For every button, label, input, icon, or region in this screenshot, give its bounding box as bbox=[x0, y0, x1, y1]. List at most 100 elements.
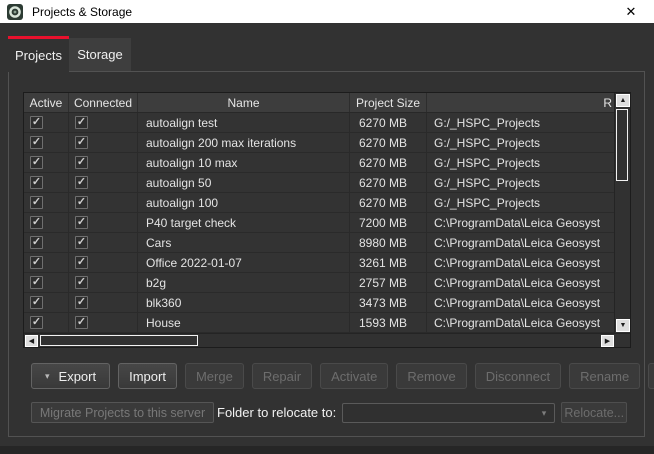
table-row[interactable]: ✓ ✓ autoalign 200 max iterations 6270 MB… bbox=[24, 133, 614, 153]
check-icon: ✓ bbox=[77, 237, 86, 248]
vertical-scrollbar[interactable]: ▲ ▼ bbox=[614, 93, 630, 333]
vertical-scroll-track[interactable] bbox=[615, 108, 630, 318]
app-icon bbox=[7, 4, 23, 20]
active-checkbox[interactable]: ✓ bbox=[30, 156, 43, 169]
project-size-cell: 6270 MB bbox=[350, 193, 427, 212]
project-size-cell: 7200 MB bbox=[350, 213, 427, 232]
connected-checkbox[interactable]: ✓ bbox=[75, 176, 88, 189]
table-row[interactable]: ✓ ✓ Office 2022-01-07 3261 MB C:\Program… bbox=[24, 253, 614, 273]
projects-table: Active Connected Name Project Size R ✓ ✓… bbox=[23, 92, 631, 348]
export-dropdown-icon[interactable]: ▾ bbox=[45, 372, 50, 381]
project-path-cell: C:\ProgramData\Leica Geosyst bbox=[427, 233, 614, 252]
project-size-cell: 1593 MB bbox=[350, 313, 427, 332]
merge-button: Merge bbox=[185, 363, 244, 389]
active-checkbox[interactable]: ✓ bbox=[30, 116, 43, 129]
project-size-cell: 6270 MB bbox=[350, 133, 427, 152]
scroll-right-icon[interactable]: ▶ bbox=[601, 335, 614, 347]
check-icon: ✓ bbox=[77, 317, 86, 328]
connected-checkbox[interactable]: ✓ bbox=[75, 216, 88, 229]
import-button[interactable]: Import bbox=[118, 363, 177, 389]
tab-projects[interactable]: Projects bbox=[8, 36, 69, 72]
project-size-cell: 6270 MB bbox=[350, 173, 427, 192]
project-size-cell: 3473 MB bbox=[350, 293, 427, 312]
active-checkbox[interactable]: ✓ bbox=[30, 256, 43, 269]
column-header-connected[interactable]: Connected bbox=[69, 93, 138, 112]
relocate-button: Relocate... bbox=[561, 402, 627, 423]
active-checkbox[interactable]: ✓ bbox=[30, 296, 43, 309]
connected-checkbox[interactable]: ✓ bbox=[75, 316, 88, 329]
project-path-cell: C:\ProgramData\Leica Geosyst bbox=[427, 313, 614, 332]
table-row[interactable]: ✓ ✓ autoalign test 6270 MB G:/_HSPC_Proj… bbox=[24, 113, 614, 133]
active-checkbox[interactable]: ✓ bbox=[30, 136, 43, 149]
project-size-cell: 6270 MB bbox=[350, 153, 427, 172]
check-icon: ✓ bbox=[77, 297, 86, 308]
project-path-cell: C:\ProgramData\Leica Geosyst bbox=[427, 293, 614, 312]
tab-storage[interactable]: Storage bbox=[69, 38, 131, 71]
close-icon[interactable]: ✕ bbox=[608, 0, 654, 23]
table-header: Active Connected Name Project Size R bbox=[24, 93, 614, 113]
horizontal-scroll-thumb[interactable] bbox=[40, 335, 198, 346]
scroll-down-icon[interactable]: ▼ bbox=[616, 319, 630, 332]
active-checkbox[interactable]: ✓ bbox=[30, 316, 43, 329]
connected-checkbox[interactable]: ✓ bbox=[75, 196, 88, 209]
table-row[interactable]: ✓ ✓ blk360 3473 MB C:\ProgramData\Leica … bbox=[24, 293, 614, 313]
table-row[interactable]: ✓ ✓ P40 target check 7200 MB C:\ProgramD… bbox=[24, 213, 614, 233]
horizontal-scroll-track[interactable] bbox=[38, 334, 601, 347]
project-name-cell: b2g bbox=[138, 273, 350, 292]
table-row[interactable]: ✓ ✓ House 1593 MB C:\ProgramData\Leica G… bbox=[24, 313, 614, 333]
column-header-size[interactable]: Project Size bbox=[350, 93, 427, 112]
project-name-cell: autoalign 200 max iterations bbox=[138, 133, 350, 152]
remove-button: Remove bbox=[396, 363, 466, 389]
project-path-cell: G:/_HSPC_Projects bbox=[427, 153, 614, 172]
check-icon: ✓ bbox=[77, 257, 86, 268]
action-button-row: ▾ Export Import Merge Repair Activate Re… bbox=[31, 363, 654, 389]
project-size-cell: 8980 MB bbox=[350, 233, 427, 252]
column-header-name[interactable]: Name bbox=[138, 93, 350, 112]
check-icon: ✓ bbox=[32, 237, 41, 248]
column-header-active[interactable]: Active bbox=[24, 93, 69, 112]
project-name-cell: autoalign test bbox=[138, 113, 350, 132]
export-button-label: Export bbox=[59, 369, 97, 384]
connected-checkbox[interactable]: ✓ bbox=[75, 116, 88, 129]
scroll-up-icon[interactable]: ▲ bbox=[616, 94, 630, 107]
check-icon: ✓ bbox=[32, 277, 41, 288]
table-body: ✓ ✓ autoalign test 6270 MB G:/_HSPC_Proj… bbox=[24, 113, 614, 333]
project-size-cell: 3261 MB bbox=[350, 253, 427, 272]
connected-checkbox[interactable]: ✓ bbox=[75, 276, 88, 289]
active-checkbox[interactable]: ✓ bbox=[30, 276, 43, 289]
table-row[interactable]: ✓ ✓ autoalign 100 6270 MB G:/_HSPC_Proje… bbox=[24, 193, 614, 213]
project-size-cell: 6270 MB bbox=[350, 113, 427, 132]
horizontal-scrollbar[interactable]: ◀ ▶ bbox=[24, 333, 630, 347]
check-icon: ✓ bbox=[77, 137, 86, 148]
table-row[interactable]: ✓ ✓ Cars 8980 MB C:\ProgramData\Leica Ge… bbox=[24, 233, 614, 253]
column-header-rootpath[interactable]: R bbox=[427, 93, 614, 112]
table-row[interactable]: ✓ ✓ b2g 2757 MB C:\ProgramData\Leica Geo… bbox=[24, 273, 614, 293]
connected-checkbox[interactable]: ✓ bbox=[75, 156, 88, 169]
vertical-scroll-thumb[interactable] bbox=[616, 109, 628, 181]
project-size-cell: 2757 MB bbox=[350, 273, 427, 292]
export-button[interactable]: ▾ Export bbox=[31, 363, 110, 389]
check-icon: ✓ bbox=[32, 177, 41, 188]
project-name-cell: autoalign 10 max bbox=[138, 153, 350, 172]
relocate-folder-label: Folder to relocate to: bbox=[217, 405, 336, 420]
activate-button: Activate bbox=[320, 363, 388, 389]
connected-checkbox[interactable]: ✓ bbox=[75, 236, 88, 249]
active-checkbox[interactable]: ✓ bbox=[30, 176, 43, 189]
scrollbar-corner bbox=[614, 334, 630, 347]
project-path-cell: C:\ProgramData\Leica Geosyst bbox=[427, 253, 614, 272]
table-row[interactable]: ✓ ✓ autoalign 10 max 6270 MB G:/_HSPC_Pr… bbox=[24, 153, 614, 173]
active-checkbox[interactable]: ✓ bbox=[30, 216, 43, 229]
connected-checkbox[interactable]: ✓ bbox=[75, 136, 88, 149]
project-name-cell: autoalign 100 bbox=[138, 193, 350, 212]
scroll-left-icon[interactable]: ◀ bbox=[25, 335, 38, 347]
connected-checkbox[interactable]: ✓ bbox=[75, 296, 88, 309]
rename-button: Rename bbox=[569, 363, 640, 389]
check-icon: ✓ bbox=[32, 297, 41, 308]
active-checkbox[interactable]: ✓ bbox=[30, 196, 43, 209]
migrate-projects-button: Migrate Projects to this server bbox=[31, 402, 214, 423]
active-checkbox[interactable]: ✓ bbox=[30, 236, 43, 249]
table-row[interactable]: ✓ ✓ autoalign 50 6270 MB G:/_HSPC_Projec… bbox=[24, 173, 614, 193]
project-path-cell: G:/_HSPC_Projects bbox=[427, 173, 614, 192]
project-path-cell: G:/_HSPC_Projects bbox=[427, 133, 614, 152]
connected-checkbox[interactable]: ✓ bbox=[75, 256, 88, 269]
